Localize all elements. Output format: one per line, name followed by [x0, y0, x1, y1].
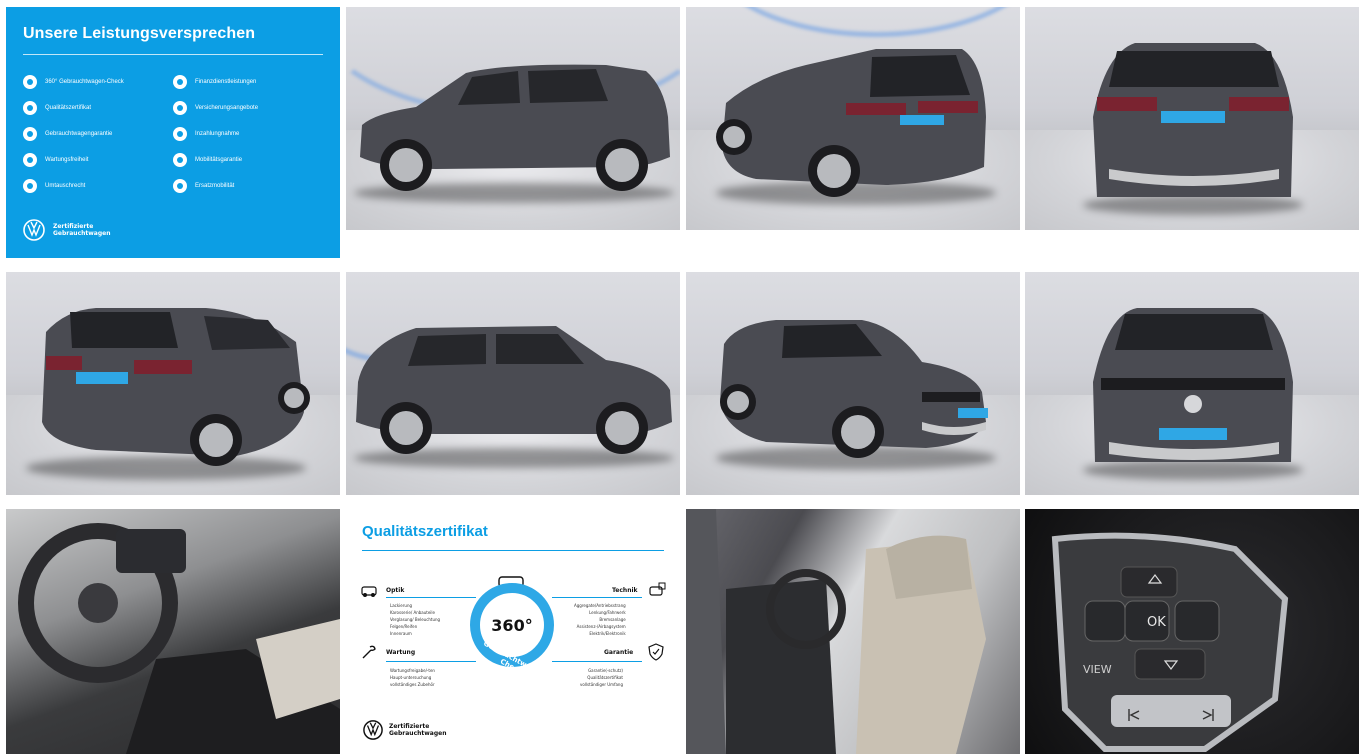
- shield-icon: [23, 127, 37, 141]
- garantie-list: Garantie(-schutz) Qualitätszertifikat voll…: [580, 668, 623, 687]
- image-gallery: Unsere Leistungsversprechen 360° Gebrauc…: [0, 0, 1365, 754]
- certificate-title: Qualitätszertifikat: [362, 523, 488, 540]
- gallery-image-rear-right[interactable]: [6, 272, 340, 495]
- car-side-view-right: [354, 326, 674, 468]
- promise-item: Wartungsfreiheit: [23, 147, 173, 173]
- gallery-image-side-left[interactable]: [346, 7, 680, 230]
- gallery-image-promises[interactable]: Unsere Leistungsversprechen 360° Gebrauc…: [6, 7, 340, 258]
- view-button-label: VIEW: [1083, 663, 1112, 676]
- promise-title: Unsere Leistungsversprechen: [23, 25, 256, 42]
- wrench-icon: [23, 153, 37, 167]
- car-rear-right-three-quarter: [26, 308, 310, 480]
- promise-item: Gebrauchtwagengarantie: [23, 121, 173, 147]
- gallery-image-rear-left[interactable]: [686, 7, 1020, 230]
- promise-item: Qualitätszertifikat: [23, 95, 173, 121]
- finance-icon: [173, 75, 187, 89]
- section-technik: Technik: [612, 587, 638, 594]
- insurance-icon: [173, 101, 187, 115]
- certificate-divider: [362, 550, 664, 551]
- promise-right-column: Finanzdienstleistungen Versicherungsange…: [173, 69, 323, 199]
- promise-item: Umtauschrecht: [23, 173, 173, 199]
- section-garantie: Garantie: [604, 649, 634, 656]
- gallery-image-front-seats[interactable]: [686, 509, 1020, 754]
- gallery-image-steering-wheel[interactable]: OK VIEW: [1025, 509, 1359, 754]
- gallery-image-certificate[interactable]: Qualitätszertifikat Optik Lackierung Karo…: [346, 509, 680, 754]
- car-front-view: [1083, 308, 1303, 480]
- mobility-icon: [173, 153, 187, 167]
- promise-item: Finanzdienstleistungen: [173, 69, 323, 95]
- car-rear-three-quarter: [716, 49, 996, 205]
- check-icon: [23, 75, 37, 89]
- ok-button-label: OK: [1147, 615, 1166, 630]
- car-optik-icon: [361, 586, 377, 597]
- gallery-image-rear[interactable]: [1025, 7, 1359, 230]
- promise-left-column: 360° Gebrauchtwagen-Check Qualitätszerti…: [23, 69, 173, 199]
- front-seats-interior: [686, 509, 986, 754]
- promise-item: Mobilitätsgarantie: [173, 147, 323, 173]
- gallery-image-front-left[interactable]: [686, 272, 1020, 495]
- promise-item: 360° Gebrauchtwagen-Check: [23, 69, 173, 95]
- gallery-image-front[interactable]: [1025, 272, 1359, 495]
- section-wartung: Wartung: [386, 649, 416, 656]
- trade-in-icon: [173, 127, 187, 141]
- vw-logo-icon: [363, 720, 383, 740]
- vw-certified-logo: Zertifizierte Gebrauchtwagen: [363, 720, 447, 740]
- shield-check-icon: [648, 643, 664, 661]
- certificate-icon: [23, 101, 37, 115]
- vw-certified-logo: Zertifizierte Gebrauchtwagen: [23, 219, 111, 241]
- car-icon: [173, 179, 187, 193]
- vw-logo-icon: [23, 219, 45, 241]
- gallery-image-cockpit[interactable]: [6, 509, 340, 754]
- promise-item: Inzahlungnahme: [173, 121, 323, 147]
- steering-wheel-controls: OK VIEW: [1051, 532, 1289, 752]
- car-rear-view: [1083, 43, 1303, 215]
- car-side-view: [354, 64, 674, 203]
- wrench-icon: [362, 645, 376, 659]
- car-technik-icon: [649, 582, 666, 596]
- gallery-image-side-right[interactable]: [346, 272, 680, 495]
- technik-list: Aggregate/Antriebsstrang Lenkung/Fahrwerk…: [574, 603, 626, 636]
- promise-item: Versicherungsangebote: [173, 95, 323, 121]
- section-optik: Optik: [386, 587, 405, 594]
- promise-item: Ersatzmobilität: [173, 173, 323, 199]
- car-front-three-quarter: [716, 320, 996, 470]
- cockpit-interior: [18, 523, 340, 754]
- optik-list: Lackierung Karosserie/ Anbauteile Verglasu…: [390, 603, 441, 636]
- wartung-list: Wartungsfreigabe/-ten Haupt-untersuchung v…: [390, 668, 435, 687]
- promise-divider: [23, 54, 323, 55]
- exchange-icon: [23, 179, 37, 193]
